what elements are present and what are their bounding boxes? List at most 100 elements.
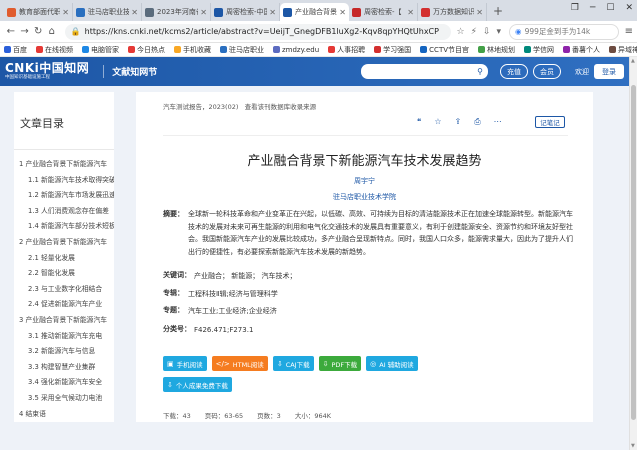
classification-label: 分类号： [163,325,191,333]
recharge-button[interactable]: 充值 [500,64,528,79]
maximize-icon[interactable]: ☐ [606,3,614,13]
toc-item[interactable]: 2.4 促进新能源汽车产业 [19,298,114,314]
cnki-logo[interactable]: CNKi中国知网 中国知识基础设施工程 [5,62,89,81]
toc-item[interactable]: 3.3 构建智慧产业集群 [19,361,114,377]
bookmark-item[interactable]: 在线视频 [36,45,73,55]
bookmark-item[interactable]: 今日热点 [128,45,165,55]
download-button-icon: </> [215,359,230,368]
favorite-icon[interactable]: ☆ [434,117,441,127]
quote-icon[interactable]: ❝ [417,117,421,127]
source-links[interactable]: 查看该刊数据库收录来源 [245,103,317,111]
close-icon[interactable]: ✕ [476,8,483,17]
toc-item[interactable]: 3.5 采用全气候动力电池 [19,392,114,408]
toc-item[interactable]: 3.1 推动新能源汽车充电 [19,330,114,346]
close-icon[interactable]: ✕ [407,8,414,17]
close-icon[interactable]: ✕ [200,8,207,17]
close-icon[interactable]: ✕ [131,8,138,17]
restore-icon[interactable]: ❐ [571,3,579,13]
browser-tab[interactable]: 教育部面代职 ✕ [4,3,73,21]
close-icon[interactable]: ✕ [339,8,346,17]
page-scrollbar[interactable]: ▲ ▼ [629,57,637,450]
bookmark-item[interactable]: 人事招聘 [328,45,365,55]
bookmark-item[interactable]: 手机收藏 [174,45,211,55]
browser-tab[interactable]: 万方数据知识 ✕ [418,3,487,21]
toc-item[interactable]: 3.4 强化新能源汽车安全 [19,376,114,392]
browser-tab[interactable]: 周密检索-【 ✕ [349,3,418,21]
new-tab-button[interactable]: + [493,4,503,18]
download-button[interactable]: ▣ 手机阅读 [163,356,207,371]
more-icon[interactable]: ⋯ [494,117,502,127]
toc-item[interactable]: 2.2 智能化发展 [19,267,114,283]
browser-tab[interactable]: 周密检索-中国 ✕ [211,3,280,21]
toc-item[interactable]: 1 产业融合背景下新能源汽车 [19,158,114,174]
forward-icon[interactable]: → [18,26,32,37]
toc-item[interactable]: 1.3 人们消费观念存在偏差 [19,205,114,221]
journal-source[interactable]: 汽车测试报告，2023(02) [163,103,238,111]
back-icon[interactable]: ← [4,26,18,37]
scrollbar-thumb[interactable] [631,85,636,420]
close-icon[interactable]: ✕ [269,8,276,17]
dropdown-icon[interactable]: ▾ [496,27,501,37]
bookmark-label: 学习强国 [383,45,412,54]
close-window-icon[interactable]: ✕ [625,3,633,13]
download-button[interactable]: ⇩ PDF下载 [318,356,362,371]
bookmark-item[interactable]: zmdzy.edu [273,46,319,54]
bookmark-label: 学信网 [533,45,555,54]
toc-item[interactable]: 2 产业融合背景下新能源汽车 [19,236,114,252]
home-icon[interactable]: ⌂ [45,26,59,37]
organization-link[interactable]: 驻马店职业技术学院 [136,192,593,202]
share-icon[interactable]: ⇪ [454,117,461,127]
download-button[interactable]: ◎ AI 辅助阅读 [366,356,418,371]
toc-item[interactable]: 1.2 新能源汽车市场发展迅速 [19,189,114,205]
star-icon[interactable]: ☆ [457,27,465,37]
download-button[interactable]: ⇩ CAJ下载 [272,356,314,371]
toc-item[interactable]: 1.1 新能源汽车技术取得突破 [19,174,114,190]
download-icon: ⇩ [167,380,173,389]
bookmark-item[interactable]: 学信网 [524,45,554,55]
personal-download-button[interactable]: ⇩ 个人成果免费下载 [163,377,232,392]
url-text: https://kns.cnki.net/kcms2/article/abstr… [84,27,439,36]
login-button[interactable]: 登录 [594,64,624,79]
tab-favicon-icon [283,7,292,17]
toc-item[interactable]: 3 产业融合背景下新能源汽车 [19,314,114,330]
browser-search-input[interactable]: ◉ 999足金到手为14k [509,23,619,40]
author-link[interactable]: 周宇宁 [136,176,593,186]
download-button[interactable]: </> HTML阅读 [211,356,268,371]
bookmark-item[interactable]: CCTV节目官 [420,45,469,55]
download-icon[interactable]: ⇩ [483,27,491,37]
keywords-value[interactable]: 产业融合； 新能源； 汽车技术； [194,270,296,283]
toc-panel: 文章目录 1 产业融合背景下新能源汽车 1.1 新能源汽车技术取得突破 1.2 新能… [14,92,114,422]
search-icon[interactable]: ⚲ [477,67,483,76]
toc-item[interactable]: 1.4 新能源汽车部分技术短板 [19,220,114,236]
bookmark-item[interactable]: 百度 [4,45,27,55]
toc-item[interactable]: 2.1 轻量化发展 [19,252,114,268]
scroll-down-icon[interactable]: ▼ [631,443,635,449]
reload-icon[interactable]: ↻ [31,26,45,37]
menu-icon[interactable]: ≡ [625,26,633,37]
bookmark-item[interactable]: 学习强国 [374,45,411,55]
browser-tab[interactable]: 驻马店职业技 ✕ [73,3,142,21]
bookmark-item[interactable]: 电脑管家 [82,45,119,55]
bookmark-item[interactable]: 异域神探 [609,45,637,55]
close-icon[interactable]: ✕ [62,8,69,17]
print-icon[interactable]: ⎙ [474,117,480,127]
extension-icon[interactable]: ⚡ [471,27,477,37]
toc-item[interactable]: 3.2 新能源汽车与信息 [19,345,114,361]
take-notes-button[interactable]: 记笔记 [535,116,565,128]
url-bar[interactable]: 🔒 https://kns.cnki.net/kcms2/article/abs… [64,23,451,40]
bookmark-favicon-icon [374,46,382,53]
bookmark-item[interactable]: 番薯个人 [563,45,600,55]
member-button[interactable]: 会员 [533,64,561,79]
bookmark-item[interactable]: 林地规划 [478,45,515,55]
scroll-up-icon[interactable]: ▲ [631,58,635,64]
toc-item[interactable]: 4 结束语 [19,408,114,424]
browser-tab-active[interactable]: 产业融合背景下✕ [280,3,349,21]
bookmark-item[interactable]: 驻马店职业 [220,45,264,55]
welcome-text: 欢迎 [575,68,589,76]
site-search-input[interactable]: ⚲ [361,64,488,79]
minimize-icon[interactable]: ─ [590,3,595,13]
secure-lock-icon: 🔒 [70,27,81,36]
browser-tab[interactable]: 2023年河南省 ✕ [142,3,211,21]
file-size: 大小：964K [294,412,331,420]
toc-item[interactable]: 2.3 与工业数字化相结合 [19,283,114,299]
